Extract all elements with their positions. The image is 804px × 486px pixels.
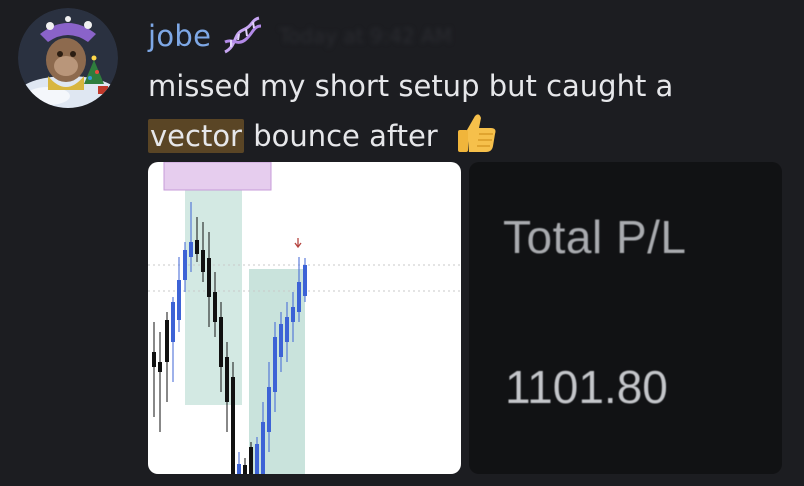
pl-value: 1101.80 [505,361,668,413]
signal-arrow-icon [294,238,302,249]
bull-candle [279,324,283,357]
bull-candle [255,444,259,474]
bear-candle [249,447,253,474]
thumbs-up-icon [453,110,499,156]
bull-candle [267,387,271,432]
dna-icon [219,16,265,56]
bull-candle [285,317,289,342]
bull-candle [291,307,295,322]
bull-candle [177,280,181,320]
bear-candle [231,377,235,474]
highlighted-word: vector [148,119,244,153]
bull-candle [171,302,175,342]
bear-candle [213,292,217,322]
bull-candle [237,464,241,474]
bear-candle [158,362,162,372]
bull-candle [273,337,277,392]
message-text-part2: bounce after [243,119,438,153]
pl-label: Total P/L [503,211,687,263]
message-text-part1: missed my short setup but caught a [148,69,674,103]
bull-candle [297,282,301,312]
bull-candle [303,265,307,296]
pl-image-attachment[interactable]: Total P/L 1101.80 [469,162,782,474]
bull-candle [189,242,193,257]
bear-candle [165,320,169,362]
bear-candle [207,258,211,297]
message-header: jobe Today at 9:42 AM [148,12,452,60]
timestamp: Today at 9:42 AM [279,24,453,48]
bear-candle [243,465,247,474]
bear-candle [201,250,205,272]
bear-candle [195,240,199,254]
bear-candle [225,357,229,402]
bear-candle [152,352,156,367]
bear-candle [219,317,223,367]
supply-zone [163,162,272,191]
bull-candle [261,422,265,474]
username[interactable]: jobe [148,19,211,53]
chart-image-attachment[interactable] [148,162,461,474]
message-text: missed my short setup but caught a vecto… [148,62,768,160]
bull-candle [183,250,187,280]
candlestick-chart [148,162,461,474]
user-avatar[interactable] [18,8,118,108]
